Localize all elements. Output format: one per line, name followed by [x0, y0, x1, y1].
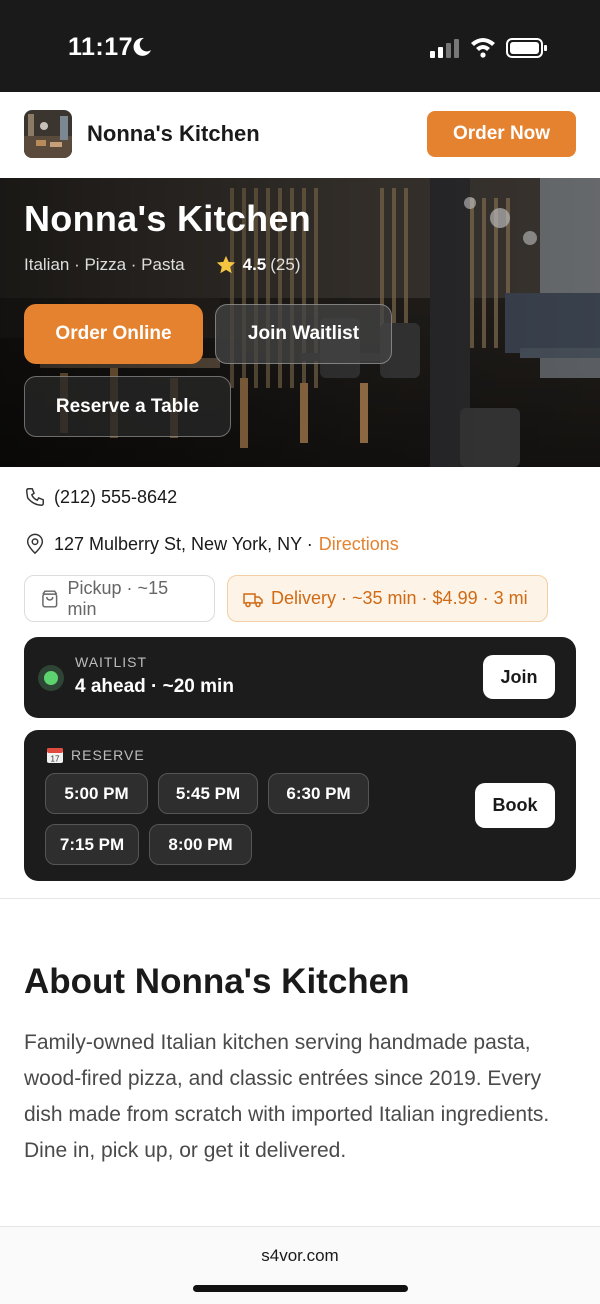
map-pin-icon [26, 533, 44, 555]
address-text: 127 Mulberry St, New York, NY · [54, 533, 313, 554]
waitlist-card: WAITLIST 4 ahead · ~20 min Join [24, 637, 576, 718]
status-dot-icon [38, 665, 64, 691]
waitlist-label: WAITLIST [75, 654, 148, 670]
phone-icon [26, 488, 44, 506]
site-domain[interactable]: s4vor.com [0, 1246, 600, 1266]
phone-number[interactable]: (212) 555-8642 [54, 487, 177, 508]
directions-link[interactable]: Directions [319, 534, 399, 555]
address-row: 127 Mulberry St, New York, NY · Directio… [24, 533, 399, 555]
time-slot-button[interactable]: 8:00 PM [149, 824, 252, 865]
order-now-button[interactable]: Order Now [427, 111, 576, 157]
phone-row[interactable]: (212) 555-8642 [24, 486, 177, 508]
status-time: 11:17 [68, 33, 134, 61]
reserve-header: 17 RESERVE [46, 746, 145, 764]
rating-value: 4.5 [242, 255, 267, 274]
top-nav: Nonna's Kitchen Order Now [0, 92, 600, 178]
moon-icon [133, 37, 151, 56]
truck-icon [243, 592, 263, 607]
time-slot-button[interactable]: 6:30 PM [268, 773, 369, 814]
delivery-chip[interactable]: Delivery · ~35 min · $4.99 · 3 mi [227, 575, 548, 622]
svg-text:17: 17 [51, 755, 60, 764]
cuisine-tags: Italian · Pizza · Pasta [24, 255, 185, 274]
join-waitlist-button[interactable]: Join Waitlist [215, 304, 392, 364]
time-slot-button[interactable]: 7:15 PM [45, 824, 139, 865]
star-icon [216, 255, 235, 274]
review-count[interactable]: (25) [270, 255, 300, 275]
browser-footer: s4vor.com [0, 1226, 600, 1304]
signal-icon [430, 39, 459, 58]
reserve-table-button[interactable]: Reserve a Table [24, 376, 231, 437]
battery-icon [506, 38, 547, 58]
about-description: Family-owned Italian kitchen serving han… [24, 1031, 550, 1162]
waitlist-status: 4 ahead · ~20 min [75, 676, 234, 697]
hero-banner: Nonna's Kitchen Italian · Pizza · Pasta … [0, 178, 600, 467]
brand-name[interactable]: Nonna's Kitchen [87, 121, 260, 147]
pickup-chip[interactable]: Pickup · ~15 min [24, 575, 215, 622]
status-bar: 11:17 [0, 0, 600, 92]
shopping-bag-icon [42, 589, 58, 608]
time-slot-button[interactable]: 5:00 PM [45, 773, 148, 814]
calendar-icon: 17 [47, 748, 63, 764]
section-divider [0, 898, 600, 899]
book-button[interactable]: Book [475, 783, 555, 828]
about-title: About Nonna's Kitchen [24, 962, 410, 1001]
order-online-button[interactable]: Order Online [24, 304, 203, 364]
join-button[interactable]: Join [483, 655, 555, 699]
hero-meta: Italian · Pizza · Pasta 4.5 (25) [24, 254, 301, 276]
home-indicator[interactable] [193, 1285, 408, 1292]
restaurant-logo[interactable] [24, 110, 72, 158]
wifi-icon [471, 38, 495, 58]
pickup-label: Pickup · ~15 min [67, 577, 169, 619]
time-slot-button[interactable]: 5:45 PM [158, 773, 258, 814]
delivery-label: Delivery · ~35 min · $4.99 · 3 mi [271, 588, 528, 608]
hero-title: Nonna's Kitchen [24, 198, 312, 239]
reserve-label: RESERVE [71, 747, 145, 763]
reserve-card: 17 RESERVE 5:00 PM 5:45 PM 6:30 PM 7:15 … [24, 730, 576, 881]
